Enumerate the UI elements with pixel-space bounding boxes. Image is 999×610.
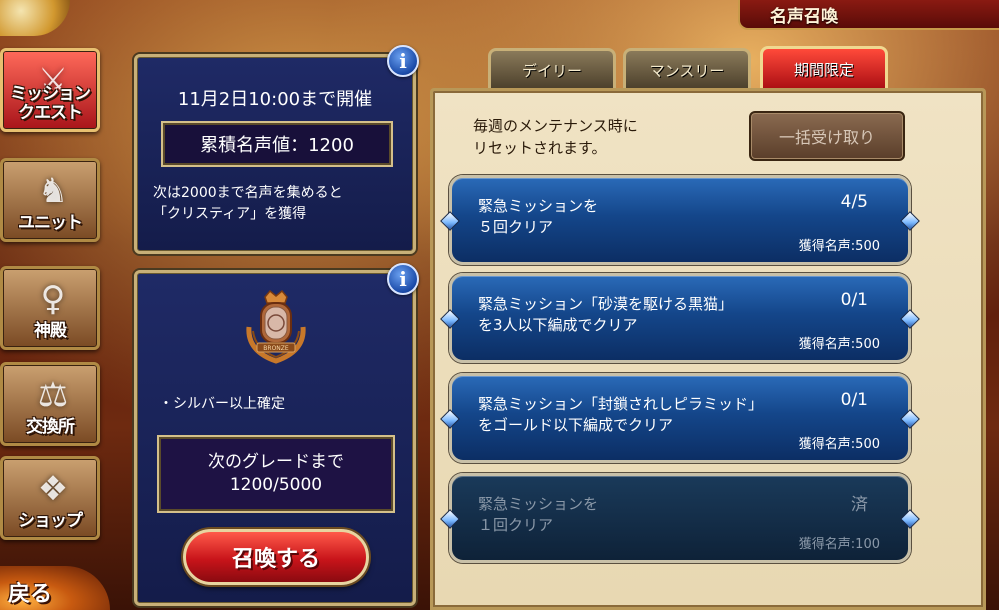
gem-ornament-icon	[440, 309, 460, 329]
next-grade-label: 次のグレードまで	[208, 452, 344, 472]
gem-ornament-icon	[900, 211, 920, 231]
mission-title: 緊急ミッションを １回クリア	[478, 495, 599, 534]
reset-notice-line1: 毎週のメンテナンス時に	[473, 117, 638, 135]
mission-title: 緊急ミッション「封鎖されしピラミッド」 をゴールド以下編成でクリア	[478, 395, 764, 434]
mission-reward: 獲得名声:500	[798, 437, 880, 452]
mission-card-completed[interactable]: 緊急ミッションを １回クリア 済 獲得名声:100	[440, 473, 920, 563]
event-period: 11月2日10:00まで開催	[177, 89, 373, 110]
rarity-guarantee: ・シルバー以上確定	[159, 396, 285, 412]
tab-monthly[interactable]: マンスリー	[623, 48, 751, 90]
summon-button-label: 召喚する	[231, 547, 320, 572]
tab-label: マンスリー	[649, 62, 725, 80]
mission-card[interactable]: 緊急ミッションを ５回クリア 4/5 獲得名声:500	[440, 175, 920, 265]
scales-icon: ⚖	[37, 375, 69, 415]
event-info-panel: i 11月2日10:00まで開催 累積名声値：1200 次は2000まで名声を集…	[134, 45, 419, 254]
mission-status: 済	[851, 495, 868, 515]
gem-ornament-icon	[900, 309, 920, 329]
mission-progress: 4/5	[840, 192, 868, 212]
emblem-label: BRONZE	[263, 345, 289, 352]
nav-item-unit[interactable]: ♞ ユニット	[0, 158, 100, 242]
back-label: 戻る	[8, 582, 53, 607]
mission-card[interactable]: 緊急ミッション「砂漠を駆ける黒猫」 を3人以下編成でクリア 0/1 獲得名声:5…	[440, 273, 920, 363]
summon-button[interactable]: 召喚する	[183, 529, 369, 585]
nav-label: 神殿	[34, 321, 67, 341]
tab-label: 期間限定	[793, 61, 854, 79]
corner-ornament	[0, 0, 70, 36]
next-reward-text: 次は2000まで名声を集めると 「クリスティア」を獲得	[153, 183, 403, 225]
reset-notice: 毎週のメンテナンス時に リセットされます。	[473, 115, 733, 159]
page-title: 名声召喚	[738, 0, 999, 30]
mission-progress: 0/1	[840, 290, 868, 310]
mission-title: 緊急ミッション「砂漠を駆ける黒猫」 を3人以下編成でクリア	[478, 295, 734, 334]
mission-reward: 獲得名声:100	[798, 537, 880, 552]
gem-ornament-icon	[900, 509, 920, 529]
mission-title: 緊急ミッションを ５回クリア	[478, 197, 599, 236]
page-title-text: 名声召喚	[770, 6, 838, 27]
info-icon[interactable]: i	[387, 45, 419, 77]
nav-item-shop[interactable]: ❖ ショップ	[0, 456, 100, 540]
info-icon[interactable]: i	[387, 263, 419, 295]
next-grade-box: 次のグレードまで 1200/5000	[157, 435, 395, 513]
mission-list-panel: 毎週のメンテナンス時に リセットされます。 一括受け取り 緊急ミッションを ５回…	[430, 88, 986, 610]
gem-ornament-icon	[440, 509, 460, 529]
back-button[interactable]: 戻る	[0, 566, 110, 610]
fame-total-box: 累積名声値：1200	[161, 121, 393, 167]
nav-item-temple[interactable]: ♀ 神殿	[0, 266, 100, 350]
knight-helmet-icon: ♞	[37, 171, 69, 211]
nav-item-exchange[interactable]: ⚖ 交換所	[0, 362, 100, 446]
gem-ornament-icon	[440, 211, 460, 231]
bronze-emblem-icon: BRONZE	[246, 289, 306, 364]
mission-card[interactable]: 緊急ミッション「封鎖されしピラミッド」 をゴールド以下編成でクリア 0/1 獲得…	[440, 373, 920, 463]
mission-reward: 獲得名声:500	[798, 337, 880, 352]
nav-item-mission-quest[interactable]: ⚔ ミッション クエスト	[0, 48, 100, 132]
tab-limited-time[interactable]: 期間限定	[760, 46, 888, 90]
gem-ornament-icon	[900, 409, 920, 429]
fame-total: 累積名声値：1200	[200, 135, 354, 156]
reset-notice-line2: リセットされます。	[473, 139, 607, 157]
tab-label: デイリー	[521, 62, 582, 80]
summon-panel: i BRONZE ・シルバー以上確定 次のグレードまで 1200/5000 召喚…	[134, 263, 419, 606]
nav-label: ミッション クエスト	[10, 84, 91, 123]
nav-label: ユニット	[18, 213, 83, 233]
claim-all-label: 一括受け取り	[778, 128, 875, 147]
mission-reward: 獲得名声:500	[798, 239, 880, 254]
mission-progress: 0/1	[840, 390, 868, 410]
next-reward-line1: 次は2000まで名声を集めると	[153, 185, 343, 201]
next-grade-progress: 1200/5000	[229, 475, 323, 495]
next-reward-line2: 「クリスティア」を獲得	[153, 206, 307, 222]
nav-label: ショップ	[18, 511, 83, 531]
crystal-icon: ❖	[37, 469, 69, 509]
nav-label: 交換所	[26, 417, 75, 437]
tab-daily[interactable]: デイリー	[488, 48, 616, 90]
claim-all-button[interactable]: 一括受け取り	[749, 111, 905, 161]
gem-ornament-icon	[440, 409, 460, 429]
goddess-icon: ♀	[40, 279, 66, 319]
